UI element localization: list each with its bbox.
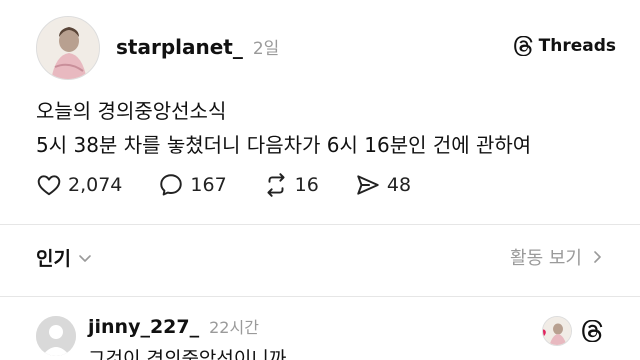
- share-button[interactable]: 48: [355, 172, 411, 198]
- send-icon: [357, 175, 379, 195]
- like-count: 2,074: [68, 174, 123, 196]
- reply-author-avatar[interactable]: [36, 316, 76, 356]
- sort-dropdown[interactable]: 인기: [36, 244, 93, 271]
- heart-filled-icon: [543, 329, 546, 337]
- comment-count: 167: [190, 174, 227, 196]
- chevron-right-icon: [594, 251, 601, 263]
- section-divider: [0, 296, 640, 297]
- comment-bubble-icon: [160, 174, 183, 196]
- reply-indicators: [542, 316, 604, 346]
- author-name[interactable]: starplanet_: [116, 35, 243, 59]
- post-text-line: 5시 38분 차를 놓쳤더니 다음차가 6시 16분인 건에 관하여: [36, 133, 532, 157]
- comment-button[interactable]: 167: [158, 172, 227, 198]
- threads-logo-icon[interactable]: [582, 320, 604, 342]
- author-row: starplanet_ 2일: [116, 34, 279, 59]
- reply-age: 22시간: [209, 318, 259, 337]
- repost-arrows-icon: [267, 173, 285, 197]
- reply-item: jinny_227_ 22시간 그것이 경의중앙선이니까: [36, 314, 604, 360]
- repost-button[interactable]: 16: [263, 172, 319, 198]
- repost-count: 16: [294, 174, 319, 196]
- threads-brand[interactable]: Threads: [513, 36, 616, 56]
- author-avatar[interactable]: [36, 16, 100, 80]
- heart-outline-icon: [37, 175, 61, 196]
- post-body: 오늘의 경의중앙선소식 5시 38분 차를 놓쳤더니 다음차가 6시 16분인 …: [36, 94, 616, 162]
- threads-logo-icon: [513, 36, 533, 56]
- post-age: 2일: [252, 39, 280, 59]
- post-header: starplanet_ 2일 Threads: [36, 14, 616, 80]
- reply-meta: jinny_227_ 22시간: [88, 314, 259, 338]
- post-actions: 2,074 167 16 48: [36, 172, 447, 198]
- reply-text: 그것이 경의중앙선이니까: [88, 348, 287, 360]
- like-button[interactable]: 2,074: [36, 172, 122, 198]
- post-text-line: 오늘의 경의중앙선소식: [36, 99, 227, 123]
- view-activity-label: 활동 보기: [510, 248, 582, 269]
- threads-label: Threads: [538, 36, 616, 56]
- share-count: 48: [386, 174, 412, 196]
- reply-author-name[interactable]: jinny_227_: [88, 316, 199, 338]
- author-liked-avatar: [542, 316, 572, 346]
- section-divider: [0, 224, 640, 225]
- chevron-down-icon: [79, 254, 91, 262]
- view-activity-link[interactable]: 활동 보기: [510, 244, 604, 270]
- reply-sort-bar: 인기 활동 보기: [36, 242, 604, 274]
- sort-label: 인기: [36, 248, 71, 270]
